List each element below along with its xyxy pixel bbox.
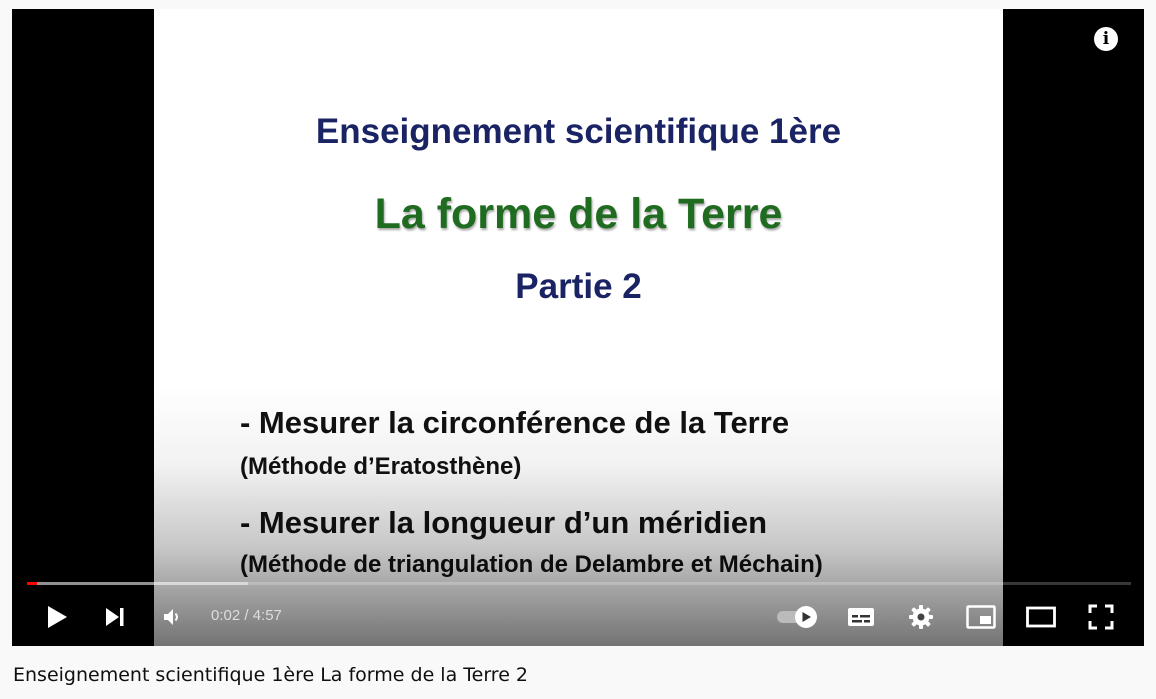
slide-bullet-1: - Mesurer la circonférence de la Terre (240, 405, 790, 440)
autoplay-toggle[interactable] (774, 595, 822, 639)
time-display: 0:02 / 4:57 (211, 607, 282, 624)
mute-button[interactable] (156, 595, 188, 639)
gear-icon (909, 605, 933, 629)
miniplayer-button[interactable] (964, 595, 998, 639)
slide-bullet-1-detail: (Méthode d’Eratosthène) (240, 453, 522, 480)
video-frame-slide: Enseignement scientifique 1ère La forme … (154, 9, 1003, 646)
slide-part: Partie 2 (515, 267, 642, 306)
play-icon (48, 606, 67, 628)
miniplayer-icon (966, 605, 996, 629)
theater-mode-button[interactable] (1024, 595, 1058, 639)
slide-title: Enseignement scientifique 1ère (315, 112, 842, 151)
video-player[interactable]: Enseignement scientifique 1ère La forme … (12, 9, 1144, 646)
progress-bar[interactable] (27, 582, 1131, 585)
theater-mode-icon (1026, 606, 1056, 628)
play-button[interactable] (40, 595, 74, 639)
settings-button[interactable] (904, 595, 938, 639)
slide-subtitle: La forme de la Terre (374, 190, 783, 238)
fullscreen-icon (1088, 604, 1114, 630)
slide-bullet-2-detail: (Méthode de triangulation de Delambre et… (240, 551, 823, 578)
player-controls: 0:02 / 4:57 (12, 595, 1144, 639)
subtitles-icon (848, 608, 874, 626)
fullscreen-button[interactable] (1084, 595, 1118, 639)
info-icon[interactable]: i (1094, 27, 1118, 51)
autoplay-toggle-icon (777, 606, 817, 628)
slide-bullet-2: - Mesurer la longueur d’un méridien (240, 505, 768, 540)
skip-next-icon (106, 608, 124, 626)
progress-played (27, 582, 37, 585)
video-title: Enseignement scientifique 1ère La forme … (13, 664, 529, 686)
progress-loaded (27, 582, 248, 585)
subtitles-button[interactable] (844, 595, 878, 639)
next-button[interactable] (98, 595, 132, 639)
volume-icon (164, 609, 178, 625)
